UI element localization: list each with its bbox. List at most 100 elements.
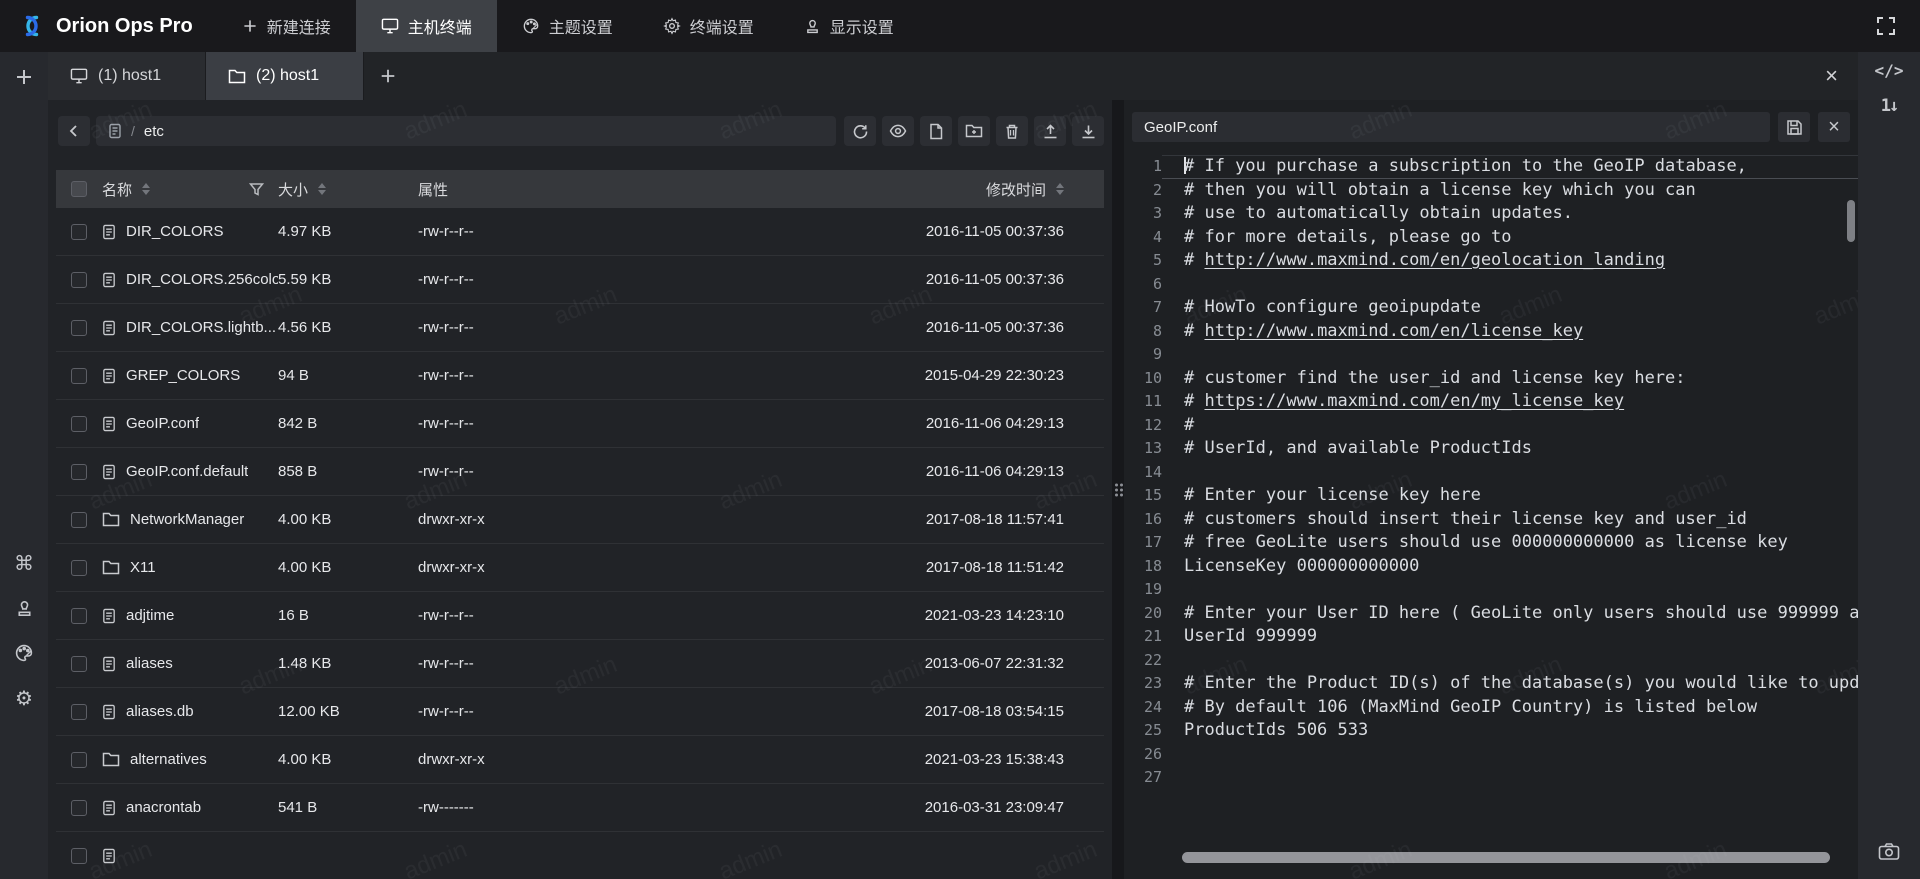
- row-checkbox-cell: [56, 752, 102, 768]
- select-all-checkbox[interactable]: [71, 181, 87, 197]
- file-mtime: 2017-08-18 11:51:42: [633, 559, 1104, 576]
- row-checkbox[interactable]: [71, 464, 87, 480]
- table-row[interactable]: DIR_COLORS4.97 KB-rw-r--r--2016-11-05 00…: [56, 208, 1104, 256]
- app-logo-icon: [18, 12, 46, 40]
- code-line: 17# free GeoLite users should use 000000…: [1124, 531, 1858, 555]
- editor-filename-field[interactable]: GeoIP.conf: [1132, 112, 1770, 142]
- row-name-cell: alternatives: [102, 751, 278, 768]
- table-row[interactable]: alternatives4.00 KBdrwxr-xr-x2021-03-23 …: [56, 736, 1104, 784]
- table-row[interactable]: DIR_COLORS.256color5.59 KB-rw-r--r--2016…: [56, 256, 1104, 304]
- editor-vertical-scrollbar[interactable]: [1847, 200, 1855, 242]
- line-content: # then you will obtain a license key whi…: [1162, 179, 1858, 203]
- line-content: ProductIds 506 533: [1162, 719, 1858, 743]
- new-file-icon[interactable]: [920, 116, 952, 146]
- back-button[interactable]: [58, 116, 90, 146]
- table-row[interactable]: GeoIP.conf842 B-rw-r--r--2016-11-06 04:2…: [56, 400, 1104, 448]
- delete-icon[interactable]: [996, 116, 1028, 146]
- line-content: # https://www.maxmind.com/en/my_license_…: [1162, 390, 1858, 414]
- row-checkbox-cell: [56, 656, 102, 672]
- file-mtime: 2016-11-05 00:37:36: [633, 271, 1104, 288]
- menu-item-label: 终端设置: [690, 14, 754, 38]
- command-icon[interactable]: ⌘: [8, 547, 40, 579]
- stamp-icon[interactable]: [8, 592, 40, 624]
- file-mtime: 2016-11-06 04:29:13: [633, 415, 1104, 432]
- row-checkbox[interactable]: [71, 800, 87, 816]
- add-session-icon[interactable]: [364, 52, 412, 100]
- code-line: 24# By default 106 (MaxMind GeoIP Countr…: [1124, 696, 1858, 720]
- editor-close-icon[interactable]: ×: [1818, 112, 1850, 142]
- table-row[interactable]: GREP_COLORS94 B-rw-r--r--2015-04-29 22:3…: [56, 352, 1104, 400]
- menu-item-terminal-settings[interactable]: 终端设置: [638, 0, 779, 52]
- file-manager-panel: / etc: [48, 100, 1112, 879]
- palette-icon[interactable]: [8, 637, 40, 669]
- line-content: # Enter your license key here: [1162, 484, 1858, 508]
- code-view-icon[interactable]: </>: [1873, 54, 1905, 86]
- row-checkbox[interactable]: [71, 704, 87, 720]
- row-name-cell: anacrontab: [102, 799, 278, 816]
- menu-item-new-connection[interactable]: 新建连接: [217, 0, 356, 52]
- code-text: #: [1184, 391, 1204, 411]
- editor-horizontal-scrollbar[interactable]: [1182, 852, 1830, 863]
- screenshot-camera-icon[interactable]: [1873, 835, 1905, 867]
- code-text: # customer find the user_id and license …: [1184, 368, 1686, 388]
- fullscreen-icon[interactable]: [1872, 12, 1900, 40]
- server-list-icon: [108, 123, 122, 139]
- table-row[interactable]: [56, 832, 1104, 879]
- row-checkbox[interactable]: [71, 224, 87, 240]
- line-number: 11: [1124, 390, 1162, 414]
- code-line: 18LicenseKey 000000000000: [1124, 555, 1858, 579]
- row-checkbox[interactable]: [71, 416, 87, 432]
- row-checkbox[interactable]: [71, 368, 87, 384]
- menu-item-theme-settings[interactable]: 主题设置: [497, 0, 638, 52]
- line-sort-icon[interactable]: 1↓: [1873, 90, 1905, 122]
- file-name: GeoIP.conf.default: [126, 463, 248, 480]
- session-tab-1[interactable]: (1) host1: [48, 52, 206, 100]
- close-panel-icon[interactable]: ×: [1825, 65, 1838, 87]
- upload-icon[interactable]: [1034, 116, 1066, 146]
- line-content: # http://www.maxmind.com/en/license_key: [1162, 320, 1858, 344]
- table-row[interactable]: GeoIP.conf.default858 B-rw-r--r--2016-11…: [56, 448, 1104, 496]
- download-icon[interactable]: [1072, 116, 1104, 146]
- code-line: 10# customer find the user_id and licens…: [1124, 367, 1858, 391]
- table-row[interactable]: adjtime16 B-rw-r--r--2021-03-23 14:23:10: [56, 592, 1104, 640]
- sort-mtime-icon[interactable]: [1056, 183, 1064, 195]
- line-content: [1162, 461, 1858, 485]
- row-checkbox[interactable]: [71, 656, 87, 672]
- table-row[interactable]: DIR_COLORS.lightb...4.56 KB-rw-r--r--201…: [56, 304, 1104, 352]
- new-folder-icon[interactable]: [958, 116, 990, 146]
- filter-icon[interactable]: [249, 182, 264, 197]
- table-row[interactable]: NetworkManager4.00 KBdrwxr-xr-x2017-08-1…: [56, 496, 1104, 544]
- table-row[interactable]: X114.00 KBdrwxr-xr-x2017-08-18 11:51:42: [56, 544, 1104, 592]
- panel-splitter[interactable]: [1112, 100, 1124, 879]
- row-checkbox[interactable]: [71, 752, 87, 768]
- sort-name-icon[interactable]: [142, 183, 150, 195]
- row-checkbox[interactable]: [71, 272, 87, 288]
- preview-eye-icon[interactable]: [882, 116, 914, 146]
- row-checkbox[interactable]: [71, 320, 87, 336]
- code-link: https://www.maxmind.com/en/my_license_ke…: [1204, 391, 1624, 411]
- row-checkbox[interactable]: [71, 512, 87, 528]
- table-row[interactable]: aliases.db12.00 KB-rw-r--r--2017-08-18 0…: [56, 688, 1104, 736]
- save-icon[interactable]: [1778, 112, 1810, 142]
- sort-size-icon[interactable]: [318, 183, 326, 195]
- table-row[interactable]: anacrontab541 B-rw-------2016-03-31 23:0…: [56, 784, 1104, 832]
- code-editor[interactable]: 1# If you purchase a subscription to the…: [1124, 142, 1858, 879]
- gear-icon[interactable]: ⚙: [8, 682, 40, 714]
- session-tab-2[interactable]: (2) host1: [206, 52, 364, 100]
- table-row[interactable]: aliases1.48 KB-rw-r--r--2013-06-07 22:31…: [56, 640, 1104, 688]
- line-content: # use to automatically obtain updates.: [1162, 202, 1858, 226]
- new-tab-icon[interactable]: [8, 61, 40, 93]
- row-checkbox[interactable]: [71, 848, 87, 864]
- file-permissions: drwxr-xr-x: [418, 751, 633, 768]
- code-line: 19: [1124, 578, 1858, 602]
- menu-item-display-settings[interactable]: 显示设置: [779, 0, 919, 52]
- line-content: # UserId, and available ProductIds: [1162, 437, 1858, 461]
- refresh-icon[interactable]: [844, 116, 876, 146]
- code-line: 27: [1124, 766, 1858, 790]
- file-name: DIR_COLORS.256color: [126, 271, 278, 288]
- session-tab-label: (2) host1: [256, 67, 319, 85]
- menu-item-host-terminal[interactable]: 主机终端: [356, 0, 497, 52]
- row-checkbox[interactable]: [71, 608, 87, 624]
- breadcrumb[interactable]: / etc: [96, 116, 836, 146]
- row-checkbox[interactable]: [71, 560, 87, 576]
